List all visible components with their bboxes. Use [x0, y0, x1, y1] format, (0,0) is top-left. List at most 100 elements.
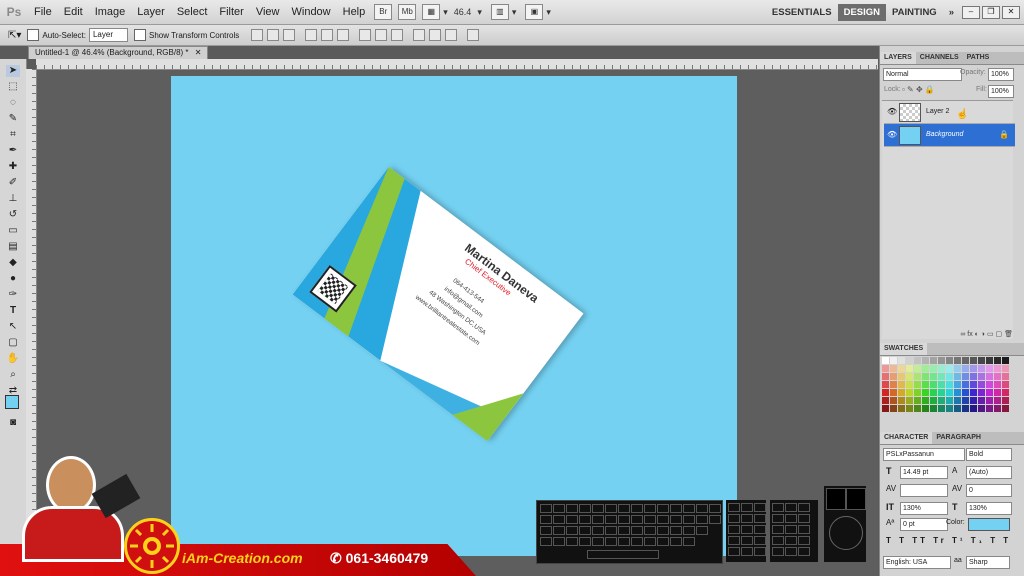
screen-mode-dropdown-icon[interactable]: ▾ — [546, 7, 551, 18]
visibility-eye-icon[interactable]: 👁 — [887, 107, 897, 116]
tab-paths[interactable]: PATHS — [963, 52, 994, 64]
color-swatch[interactable] — [906, 357, 913, 364]
move-tool-preset-icon[interactable]: ⇱▾ — [8, 30, 21, 41]
color-swatch[interactable] — [994, 405, 1001, 412]
healing-brush-tool-icon[interactable]: ✚ — [6, 161, 20, 173]
auto-select-dropdown[interactable]: Layer — [88, 28, 128, 42]
color-swatch[interactable] — [994, 397, 1001, 404]
workspace-design[interactable]: DESIGN — [837, 3, 887, 21]
color-swatch[interactable] — [882, 357, 889, 364]
menu-help[interactable]: Help — [337, 6, 372, 18]
color-swatch[interactable] — [938, 381, 945, 388]
color-swatch[interactable] — [890, 389, 897, 396]
color-swatch[interactable] — [970, 373, 977, 380]
menu-image[interactable]: Image — [89, 6, 132, 18]
swatches-grid[interactable] — [882, 357, 1014, 421]
tab-character[interactable]: CHARACTER — [880, 432, 933, 444]
more-workspaces-icon[interactable]: » — [943, 4, 960, 21]
crop-tool-icon[interactable]: ⌗ — [6, 129, 20, 141]
blur-tool-icon[interactable]: ◆ — [6, 257, 20, 269]
color-swatch[interactable] — [890, 397, 897, 404]
language-field[interactable]: English: USA — [883, 556, 951, 569]
color-swatch[interactable] — [978, 381, 985, 388]
opacity-field[interactable]: 100% — [988, 68, 1014, 81]
zoom-tool-icon[interactable]: ⌕ — [6, 369, 20, 381]
quick-select-tool-icon[interactable]: ✎ — [6, 113, 20, 125]
distribute-bottom-icon[interactable] — [391, 29, 404, 41]
color-swatch[interactable] — [978, 389, 985, 396]
color-swatch[interactable] — [970, 405, 977, 412]
color-swatch[interactable] — [994, 365, 1001, 372]
color-swatch[interactable] — [898, 373, 905, 380]
color-swatch[interactable] — [962, 373, 969, 380]
menu-select[interactable]: Select — [171, 6, 214, 18]
arrange-dropdown-icon[interactable]: ▾ — [512, 7, 517, 18]
eyedropper-tool-icon[interactable]: ✒ — [6, 145, 20, 157]
color-swatch[interactable] — [994, 381, 1001, 388]
color-swatch[interactable] — [978, 373, 985, 380]
color-swatch[interactable] — [922, 389, 929, 396]
color-swatch[interactable] — [962, 405, 969, 412]
color-swatch[interactable] — [946, 373, 953, 380]
color-swatch[interactable] — [906, 365, 913, 372]
screen-mode-icon[interactable]: ▣ — [525, 4, 544, 20]
visibility-eye-icon[interactable]: 👁 — [887, 130, 897, 139]
close-tab-icon[interactable]: ✕ — [195, 48, 202, 57]
color-swatch[interactable] — [1002, 389, 1009, 396]
color-swatch[interactable] — [930, 381, 937, 388]
color-swatch[interactable] — [994, 357, 1001, 364]
color-swatch[interactable] — [938, 397, 945, 404]
tab-swatches[interactable]: SWATCHES — [880, 343, 928, 355]
menu-file[interactable]: File — [28, 6, 58, 18]
color-swatch[interactable] — [954, 381, 961, 388]
color-swatch[interactable] — [954, 373, 961, 380]
color-swatch[interactable] — [938, 405, 945, 412]
antialias-field[interactable]: Sharp — [966, 556, 1010, 569]
view-extras-dropdown[interactable]: ▾ — [443, 7, 448, 18]
layers-footer-icons[interactable]: ∞ fx ◐ ◑ ▭ ▢ 🗑 — [882, 330, 1013, 340]
align-left-icon[interactable] — [305, 29, 318, 41]
text-style-buttons[interactable]: T T TT Tr T¹ T₁ T T — [886, 536, 1011, 545]
color-swatch[interactable] — [930, 357, 937, 364]
color-swatch[interactable] — [994, 373, 1001, 380]
color-swatch[interactable] — [906, 373, 913, 380]
color-swatch[interactable] — [946, 381, 953, 388]
color-swatch[interactable] — [906, 381, 913, 388]
distribute-hcenter-icon[interactable] — [429, 29, 442, 41]
eraser-tool-icon[interactable]: ▭ — [6, 225, 20, 237]
distribute-right-icon[interactable] — [445, 29, 458, 41]
color-swatch[interactable] — [946, 405, 953, 412]
color-swatch[interactable] — [1002, 357, 1009, 364]
color-swatch[interactable] — [986, 381, 993, 388]
color-swatch[interactable] — [938, 373, 945, 380]
color-swatch[interactable] — [898, 381, 905, 388]
color-swatch[interactable] — [994, 389, 1001, 396]
arrange-documents-icon[interactable]: ▥ — [490, 4, 509, 20]
color-swatch[interactable] — [930, 405, 937, 412]
color-swatch[interactable] — [890, 365, 897, 372]
type-tool-icon[interactable]: T — [6, 305, 20, 317]
color-swatch[interactable] — [970, 389, 977, 396]
color-swatch[interactable] — [962, 389, 969, 396]
auto-align-icon[interactable] — [467, 29, 480, 41]
color-swatch[interactable] — [970, 365, 977, 372]
color-swatch[interactable] — [962, 357, 969, 364]
move-tool-icon[interactable]: ➤ — [6, 65, 20, 77]
layer-row-background[interactable]: 👁 Background 🔒 — [884, 124, 1015, 147]
color-swatch[interactable] — [882, 397, 889, 404]
dodge-tool-icon[interactable]: ● — [6, 273, 20, 285]
horizontal-ruler[interactable] — [36, 59, 878, 70]
tab-channels[interactable]: CHANNELS — [916, 52, 963, 64]
tab-paragraph[interactable]: PARAGRAPH — [932, 432, 985, 444]
lasso-tool-icon[interactable]: ◌ — [6, 97, 20, 109]
tracking-field[interactable]: 0 — [966, 484, 1012, 497]
color-swatch[interactable] — [914, 373, 921, 380]
hand-tool-icon[interactable]: ✋ — [6, 353, 20, 365]
blend-mode-select[interactable]: Normal — [883, 68, 962, 81]
clone-stamp-tool-icon[interactable]: ⊥ — [6, 193, 20, 205]
horizontal-scale-field[interactable]: 130% — [966, 502, 1012, 515]
workspace-essentials[interactable]: ESSENTIALS — [766, 4, 838, 21]
color-swatch[interactable] — [922, 405, 929, 412]
history-brush-tool-icon[interactable]: ↺ — [6, 209, 20, 221]
mini-bridge-icon[interactable]: Mb — [398, 4, 417, 20]
